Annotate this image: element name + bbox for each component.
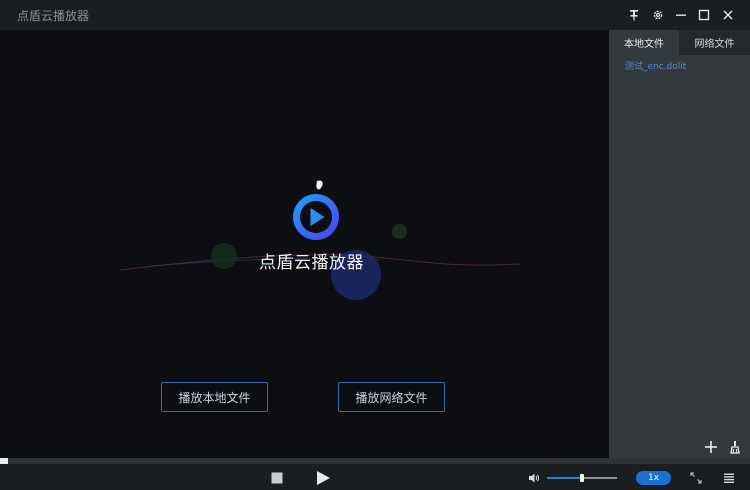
maximize-button[interactable] bbox=[694, 6, 714, 24]
plus-icon bbox=[705, 441, 717, 453]
stop-button[interactable] bbox=[270, 471, 284, 485]
clear-list-button[interactable] bbox=[727, 439, 743, 455]
close-button[interactable] bbox=[718, 6, 738, 24]
playlist-item[interactable]: 测试_enc.dolit bbox=[625, 59, 686, 72]
pin-button[interactable] bbox=[624, 6, 644, 24]
brand-name: 点盾云播放器 bbox=[259, 253, 364, 273]
speaker-icon bbox=[529, 473, 540, 483]
pin-icon bbox=[630, 10, 638, 21]
fullscreen-button[interactable] bbox=[689, 471, 703, 485]
gear-icon bbox=[653, 10, 663, 20]
tab-network-files[interactable]: 网络文件 bbox=[679, 30, 750, 55]
settings-button[interactable] bbox=[648, 6, 668, 24]
video-area[interactable]: 点盾云播放器 播放本地文件 播放网络文件 bbox=[0, 30, 609, 458]
stop-icon bbox=[271, 472, 283, 484]
volume-slider-handle[interactable] bbox=[580, 474, 584, 482]
title-bar: 点盾云播放器 bbox=[0, 0, 750, 30]
volume-slider[interactable] bbox=[547, 474, 617, 482]
control-bar: 1x bbox=[0, 464, 750, 490]
play-local-file-button[interactable]: 播放本地文件 bbox=[161, 382, 268, 412]
minimize-icon bbox=[676, 14, 686, 16]
minimize-button[interactable] bbox=[671, 6, 691, 24]
playback-speed-button[interactable]: 1x bbox=[636, 471, 671, 485]
close-icon bbox=[723, 10, 733, 20]
menu-icon bbox=[724, 473, 734, 483]
play-button[interactable] bbox=[314, 469, 332, 487]
play-network-file-button[interactable]: 播放网络文件 bbox=[338, 382, 445, 412]
maximize-icon bbox=[698, 9, 710, 21]
glow-decoration bbox=[392, 224, 407, 239]
playlist-sidebar: 本地文件 网络文件 测试_enc.dolit bbox=[609, 30, 750, 458]
volume-button[interactable] bbox=[527, 471, 541, 485]
add-file-button[interactable] bbox=[703, 439, 719, 455]
broom-icon bbox=[730, 441, 740, 454]
app-title: 点盾云播放器 bbox=[17, 9, 90, 23]
play-icon bbox=[317, 471, 330, 485]
playlist-toggle-button[interactable] bbox=[722, 471, 736, 485]
app-logo bbox=[293, 180, 339, 240]
tab-local-files[interactable]: 本地文件 bbox=[609, 30, 679, 55]
fullscreen-icon bbox=[690, 472, 702, 484]
volume-slider-fill bbox=[547, 477, 582, 479]
